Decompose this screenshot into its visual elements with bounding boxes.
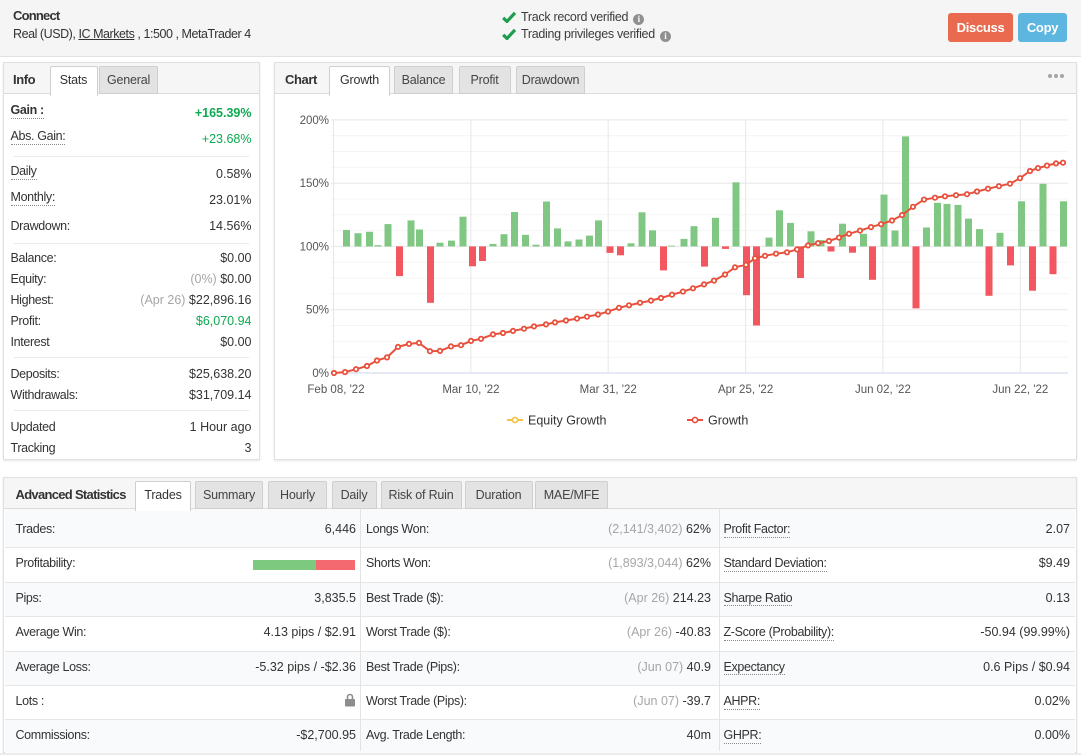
svg-text:Mar 10, '22: Mar 10, '22 xyxy=(442,384,499,396)
svg-text:150%: 150% xyxy=(300,178,329,190)
svg-text:Apr 25, '22: Apr 25, '22 xyxy=(718,384,773,396)
svg-text:Feb 08, '22: Feb 08, '22 xyxy=(307,384,364,396)
svg-text:Growth: Growth xyxy=(708,414,748,428)
svg-text:Mar 31, '22: Mar 31, '22 xyxy=(580,384,637,396)
svg-text:0%: 0% xyxy=(312,368,329,380)
svg-text:Jun 22, '22: Jun 22, '22 xyxy=(992,384,1048,396)
svg-text:Equity Growth: Equity Growth xyxy=(528,414,607,428)
svg-text:Jun 02, '22: Jun 02, '22 xyxy=(855,384,911,396)
svg-text:50%: 50% xyxy=(306,305,329,317)
svg-text:100%: 100% xyxy=(300,241,329,253)
svg-text:200%: 200% xyxy=(300,115,329,127)
